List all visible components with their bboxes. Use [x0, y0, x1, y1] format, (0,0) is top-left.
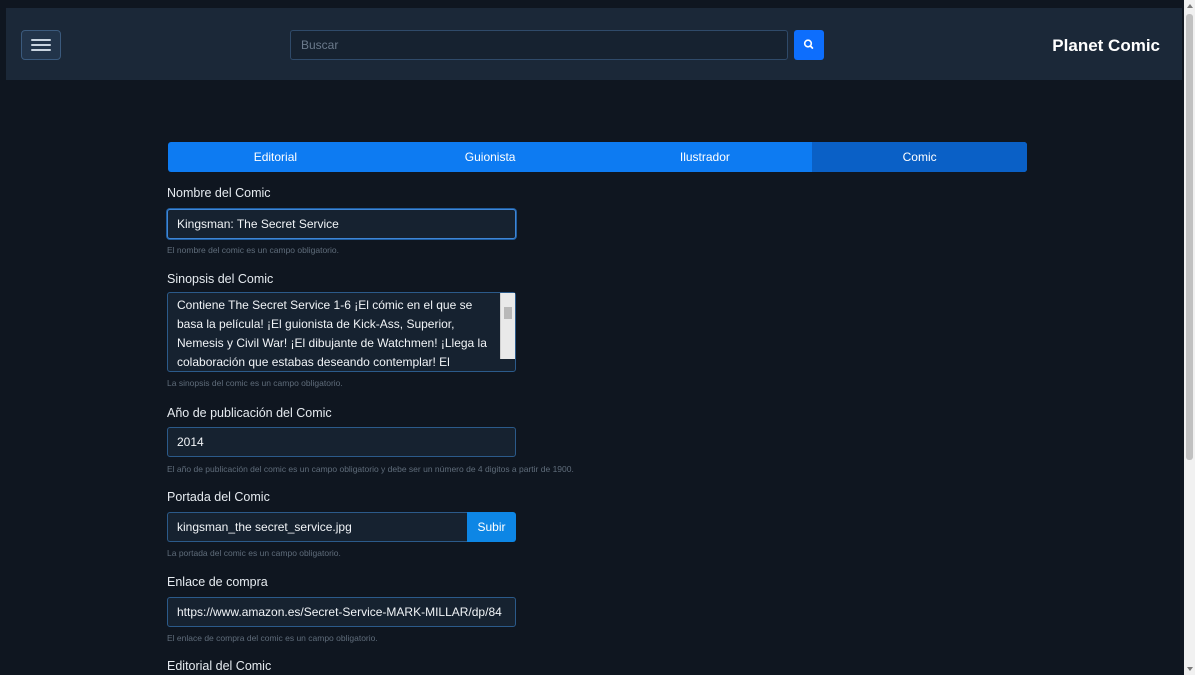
synopsis-textarea[interactable]: Contiene The Secret Service 1-6 ¡El cómi…: [167, 292, 516, 372]
name-label: Nombre del Comic: [167, 186, 271, 200]
tab-editorial[interactable]: Editorial: [168, 142, 383, 172]
hamburger-icon-bar: [31, 44, 51, 46]
purchase-link-help: El enlace de compra del comic es un camp…: [167, 633, 378, 643]
search-button[interactable]: [794, 30, 824, 60]
page: Planet Comic Editorial Guionista Ilustra…: [0, 0, 1195, 675]
purchase-link-label: Enlace de compra: [167, 575, 268, 589]
page-scrollbar[interactable]: [1184, 0, 1195, 675]
magnifier-icon: [803, 39, 814, 49]
hamburger-icon: [31, 39, 51, 41]
cover-help: La portada del comic es un campo obligat…: [167, 548, 341, 558]
menu-toggle-button[interactable]: [21, 30, 61, 60]
scrollbar-thumb[interactable]: [504, 307, 512, 319]
cover-file-field[interactable]: kingsman_the secret_service.jpg: [167, 512, 467, 542]
search-input[interactable]: [290, 30, 788, 60]
page-scrollbar-thumb[interactable]: [1186, 14, 1193, 460]
name-field[interactable]: Kingsman: The Secret Service: [167, 209, 516, 239]
tab-comic[interactable]: Comic: [812, 142, 1027, 172]
purchase-link-field[interactable]: https://www.amazon.es/Secret-Service-MAR…: [167, 597, 516, 627]
brand-title[interactable]: Planet Comic: [1052, 36, 1160, 56]
synopsis-help: La sinopsis del comic es un campo obliga…: [167, 378, 343, 388]
synopsis-label: Sinopsis del Comic: [167, 272, 274, 286]
synopsis-scrollbar[interactable]: [500, 293, 515, 359]
year-label: Año de publicación del Comic: [167, 406, 332, 420]
tab-ilustrador[interactable]: Ilustrador: [598, 142, 813, 172]
publisher-label: Editorial del Comic: [167, 659, 272, 673]
scroll-down-icon[interactable]: [1187, 667, 1193, 671]
year-field[interactable]: 2014: [167, 427, 516, 457]
tab-guionista[interactable]: Guionista: [383, 142, 598, 172]
hamburger-icon-bar: [31, 49, 51, 51]
scroll-up-icon[interactable]: [1187, 4, 1193, 8]
name-help: El nombre del comic es un campo obligato…: [167, 245, 339, 255]
cover-label: Portada del Comic: [167, 490, 270, 504]
year-help: El año de publicación del comic es un ca…: [167, 464, 574, 474]
section-tabs: Editorial Guionista Ilustrador Comic: [168, 142, 1027, 172]
navbar: Planet Comic: [6, 8, 1182, 80]
upload-button[interactable]: Subir: [467, 512, 516, 542]
